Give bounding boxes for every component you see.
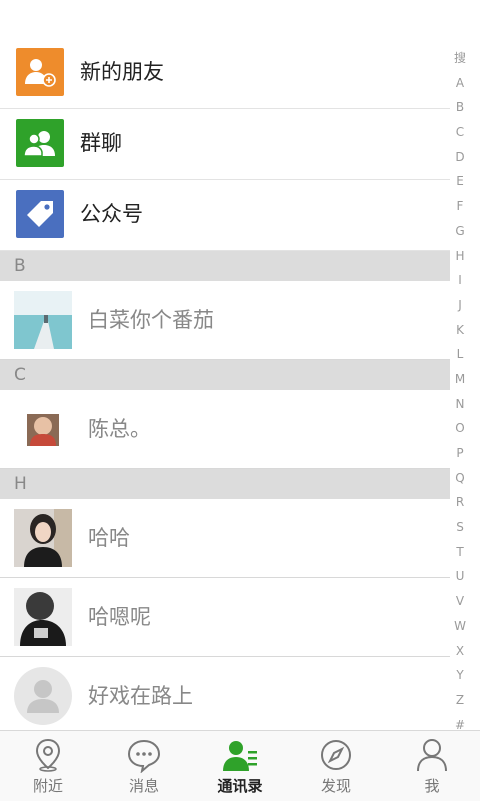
index-letter[interactable]: Z — [448, 688, 472, 713]
chat-bubble-icon — [127, 739, 161, 773]
contact-name: 陈总。 — [88, 417, 151, 441]
contact-name: 哈嗯呢 — [88, 605, 151, 629]
alphabet-index-bar[interactable]: 搜 A B C D E F G H I J K L M N O P Q R S … — [448, 46, 472, 737]
contact-row[interactable]: 白菜你个番茄 — [0, 281, 450, 360]
index-letter[interactable]: E — [448, 169, 472, 194]
index-letter[interactable]: A — [448, 71, 472, 96]
index-letter[interactable]: O — [448, 416, 472, 441]
tab-label: 消息 — [128, 777, 159, 795]
contact-name: 白菜你个番茄 — [88, 308, 214, 332]
default-avatar-icon — [14, 667, 72, 725]
index-letter[interactable]: L — [448, 342, 472, 367]
index-letter[interactable]: W — [448, 614, 472, 639]
section-header-b: B — [0, 251, 450, 281]
tab-label: 附近 — [32, 777, 63, 795]
contact-row[interactable]: 好戏在路上 — [0, 657, 450, 736]
bottom-tab-bar: 附近 消息 通讯录 发现 我 — [0, 730, 480, 801]
index-letter[interactable]: N — [448, 392, 472, 417]
tab-label: 发现 — [320, 777, 351, 795]
contact-name: 哈哈 — [88, 526, 130, 550]
index-letter[interactable]: C — [448, 120, 472, 145]
index-letter[interactable]: P — [448, 441, 472, 466]
contact-row[interactable]: 陈总。 — [0, 390, 450, 469]
avatar — [14, 588, 72, 646]
index-letter[interactable]: H — [448, 244, 472, 269]
person-icon — [417, 739, 447, 772]
group-chat-label: 群聊 — [80, 131, 122, 155]
status-bar-area — [0, 0, 480, 38]
tab-contacts[interactable]: 通讯录 — [192, 731, 288, 801]
add-friend-icon — [16, 48, 64, 96]
tab-me[interactable]: 我 — [384, 731, 480, 801]
group-chat-icon — [16, 119, 64, 167]
official-accounts-label: 公众号 — [80, 202, 143, 226]
index-letter[interactable]: Y — [448, 663, 472, 688]
tab-discover[interactable]: 发现 — [288, 731, 384, 801]
tab-label: 我 — [424, 777, 440, 795]
index-letter[interactable]: R — [448, 490, 472, 515]
index-search[interactable]: 搜 — [448, 46, 472, 71]
official-accounts-item[interactable]: 公众号 — [0, 180, 450, 251]
index-letter[interactable]: F — [448, 194, 472, 219]
index-letter[interactable]: B — [448, 95, 472, 120]
index-letter[interactable]: S — [448, 515, 472, 540]
index-letter[interactable]: K — [448, 318, 472, 343]
index-letter[interactable]: U — [448, 564, 472, 589]
index-letter[interactable]: V — [448, 589, 472, 614]
avatar — [14, 509, 72, 567]
location-pin-icon — [35, 738, 61, 772]
contact-row[interactable]: 哈嗯呢 — [0, 578, 450, 657]
tab-messages[interactable]: 消息 — [96, 731, 192, 801]
contact-row[interactable]: 哈哈 — [0, 499, 450, 578]
section-header-c: C — [0, 360, 450, 390]
group-chat-item[interactable]: 群聊 — [0, 109, 450, 180]
compass-icon — [321, 740, 351, 770]
index-letter[interactable]: Q — [448, 466, 472, 491]
index-letter[interactable]: I — [448, 268, 472, 293]
index-letter[interactable]: J — [448, 293, 472, 318]
index-letter[interactable]: X — [448, 639, 472, 664]
new-friends-label: 新的朋友 — [80, 60, 164, 84]
tab-label: 通讯录 — [217, 777, 263, 795]
index-letter[interactable]: M — [448, 367, 472, 392]
section-header-h: H — [0, 469, 450, 499]
index-letter[interactable]: D — [448, 145, 472, 170]
tab-nearby[interactable]: 附近 — [0, 731, 96, 801]
new-friends-item[interactable]: 新的朋友 — [0, 38, 450, 109]
contacts-icon — [223, 741, 257, 771]
contact-name: 好戏在路上 — [88, 684, 193, 708]
avatar — [14, 291, 72, 349]
contact-list: 新的朋友 群聊 公众号 B 白菜你个番茄 C 陈总。 H 哈哈 哈嗯呢 好戏在路… — [0, 38, 450, 736]
avatar — [14, 400, 72, 458]
index-letter[interactable]: T — [448, 540, 472, 565]
index-letter[interactable]: G — [448, 219, 472, 244]
tag-icon — [16, 190, 64, 238]
